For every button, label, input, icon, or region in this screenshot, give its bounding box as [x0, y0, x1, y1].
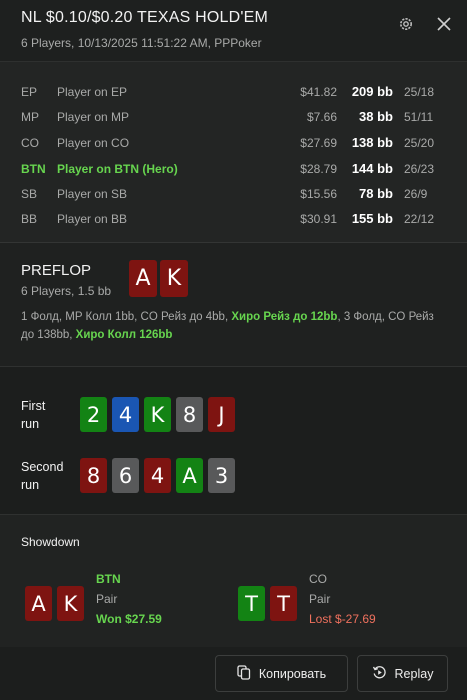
showdown-hand: Pair — [96, 592, 118, 606]
close-icon[interactable] — [432, 12, 456, 36]
player-name: Player on MP — [57, 110, 130, 124]
player-stack-amount: $28.79 — [300, 162, 337, 176]
showdown-card: K — [57, 586, 84, 621]
game-title: NL $0.10/$0.20 TEXAS HOLD'EM — [21, 9, 268, 26]
board-card: 4 — [112, 397, 139, 432]
player-row-sb: SB Player on SB $15.56 78 bb 26/9 — [0, 184, 467, 204]
showdown-hand: Pair — [309, 592, 331, 606]
hero-card: K — [160, 260, 188, 297]
showdown-section: Showdown A K BTN Pair Won $27.59 T T CO … — [0, 515, 467, 647]
board-card: 3 — [208, 458, 235, 493]
player-row-ep: EP Player on EP $41.82 209 bb 25/18 — [0, 82, 467, 102]
players-table: EP Player on EP $41.82 209 bb 25/18 MP P… — [0, 61, 467, 243]
street-subtitle: 6 Players, 1.5 bb — [21, 284, 112, 298]
player-stats: 26/23 — [404, 162, 435, 176]
hand-header: NL $0.10/$0.20 TEXAS HOLD'EM 6 Players, … — [0, 0, 467, 61]
player-stack-amount: $41.82 — [300, 85, 337, 99]
showdown-player-villain: CO Pair Lost $-27.69 — [309, 569, 376, 629]
copy-button[interactable]: Копировать — [215, 655, 348, 692]
player-name: Player on BB — [57, 212, 128, 226]
player-stack-bb: 38 bb — [359, 109, 393, 124]
board-card: 8 — [176, 397, 203, 432]
player-stats: 26/9 — [404, 187, 428, 201]
preflop-actions: 1 Фолд, MP Колл 1bb, CO Рейз до 4bb, Хир… — [21, 308, 441, 344]
player-position: BTN — [21, 162, 46, 176]
board-card: J — [208, 397, 235, 432]
showdown-result: Won $27.59 — [96, 612, 162, 626]
replay-button[interactable]: Replay — [357, 655, 448, 692]
player-row-btn-hero: BTN Player on BTN (Hero) $28.79 144 bb 2… — [0, 159, 467, 179]
second-run-label: Second run — [21, 460, 64, 492]
first-run-label: First run — [21, 399, 46, 431]
player-stack-amount: $7.66 — [306, 110, 337, 124]
hero-action-text: Хиро Рейз до 12bb — [231, 311, 338, 323]
player-name: Player on EP — [57, 85, 128, 99]
showdown-result: Lost $-27.69 — [309, 612, 376, 626]
player-stack-bb: 144 bb — [351, 161, 393, 176]
player-name: Player on CO — [57, 136, 130, 150]
player-stack-amount: $27.69 — [300, 136, 337, 150]
footer-bar: Копировать Replay — [0, 647, 467, 700]
gear-icon[interactable] — [394, 12, 418, 36]
street-title: PREFLOP — [21, 262, 92, 279]
player-row-co: CO Player on CO $27.69 138 bb 25/20 — [0, 133, 467, 153]
player-position: CO — [21, 136, 39, 150]
player-name: Player on BTN (Hero) — [57, 162, 178, 176]
copy-label: Копировать — [258, 666, 327, 681]
hero-action-text: Хиро Колл 126bb — [75, 329, 173, 341]
player-row-bb: BB Player on BB $30.91 155 bb 22/12 — [0, 209, 467, 229]
showdown-card: A — [25, 586, 52, 621]
showdown-position: BTN — [96, 572, 121, 586]
showdown-title: Showdown — [21, 535, 80, 549]
player-stats: 51/11 — [404, 110, 434, 124]
player-row-mp: MP Player on MP $7.66 38 bb 51/11 — [0, 107, 467, 127]
player-stats: 25/20 — [404, 136, 435, 150]
board-card: A — [176, 458, 203, 493]
board-card: 6 — [112, 458, 139, 493]
runouts-section: First run 2 4 K 8 J Second run 8 6 4 A 3 — [0, 367, 467, 515]
player-stack-bb: 155 bb — [351, 211, 393, 226]
player-name: Player on SB — [57, 187, 128, 201]
board-card: 4 — [144, 458, 171, 493]
replay-icon — [372, 665, 387, 683]
preflop-section: PREFLOP 6 Players, 1.5 bb A K 1 Фолд, MP… — [0, 243, 467, 367]
game-subtitle: 6 Players, 10/13/2025 11:51:22 AM, PPPok… — [21, 36, 262, 50]
player-stack-bb: 138 bb — [351, 135, 393, 150]
player-position: SB — [21, 187, 38, 201]
player-stats: 25/18 — [404, 85, 435, 99]
player-position: EP — [21, 85, 38, 99]
showdown-card: T — [238, 586, 265, 621]
player-stack-amount: $30.91 — [300, 212, 337, 226]
copy-icon — [237, 664, 251, 683]
player-stats: 22/12 — [404, 212, 435, 226]
player-stack-bb: 78 bb — [359, 186, 393, 201]
board-card: 2 — [80, 397, 107, 432]
board-card: 8 — [80, 458, 107, 493]
player-position: MP — [21, 110, 39, 124]
board-card: K — [144, 397, 171, 432]
player-stack-bb: 209 bb — [351, 84, 393, 99]
showdown-position: CO — [309, 572, 327, 586]
player-position: BB — [21, 212, 38, 226]
replay-label: Replay — [394, 666, 434, 681]
showdown-card: T — [270, 586, 297, 621]
player-stack-amount: $15.56 — [300, 187, 337, 201]
action-text: 1 Фолд, MP Колл 1bb, CO Рейз до 4bb, — [21, 311, 232, 323]
showdown-player-hero: BTN Pair Won $27.59 — [96, 569, 162, 629]
hero-card: A — [129, 260, 157, 297]
